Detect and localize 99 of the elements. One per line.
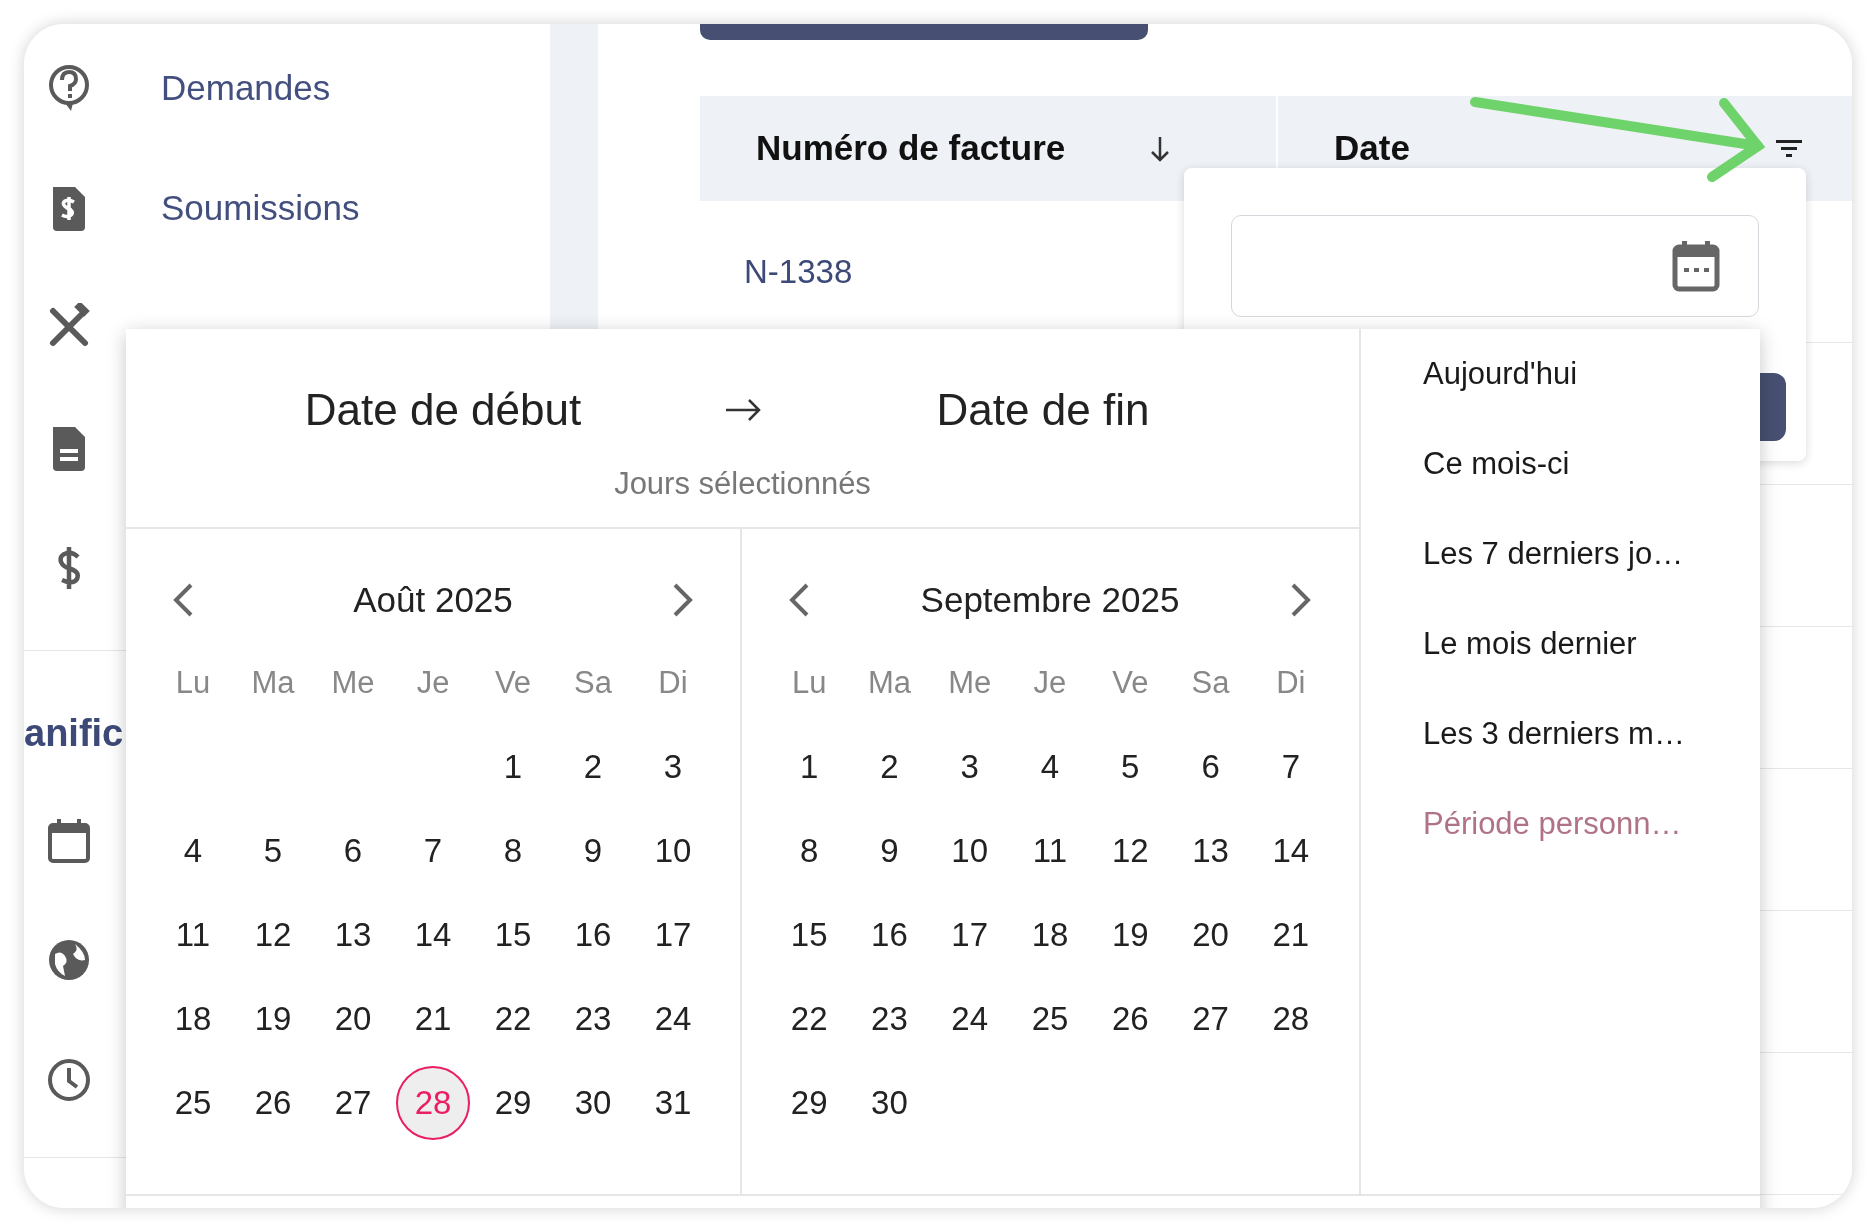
calendar-day[interactable]: 3 xyxy=(636,730,710,804)
chevron-left-icon[interactable] xyxy=(171,582,195,618)
calendar-day[interactable]: 6 xyxy=(316,814,390,888)
weekday-label: Sa xyxy=(1191,663,1230,702)
calendar-day[interactable]: 20 xyxy=(316,982,390,1056)
calendar-day[interactable]: 19 xyxy=(236,982,310,1056)
calendar-day[interactable]: 18 xyxy=(156,982,230,1056)
calendar-day[interactable]: 25 xyxy=(156,1066,230,1140)
calendar-day[interactable]: 23 xyxy=(556,982,630,1056)
calendar-day[interactable]: 9 xyxy=(556,814,630,888)
calendar-day[interactable]: 11 xyxy=(156,898,230,972)
calendar-day[interactable]: 17 xyxy=(636,898,710,972)
weekday-label: Di xyxy=(658,663,688,702)
weekday-label: Ve xyxy=(1112,663,1149,702)
sidebar-item[interactable]: Soumissions xyxy=(161,181,360,235)
preset-option[interactable]: Aujourd'hui xyxy=(1423,350,1578,398)
weekday-label: Lu xyxy=(175,663,211,702)
calendar-icon[interactable] xyxy=(45,816,93,866)
calendar-day[interactable]: 15 xyxy=(772,898,847,972)
calendar-day[interactable]: 27 xyxy=(1173,982,1248,1056)
calendar-day[interactable]: 25 xyxy=(1013,982,1087,1056)
calendar-day[interactable]: 2 xyxy=(852,730,927,804)
calendar-day[interactable]: 16 xyxy=(852,898,927,972)
calendar-day[interactable]: 2 xyxy=(556,730,630,804)
chevron-right-icon[interactable] xyxy=(671,582,695,618)
calendar-day[interactable]: 10 xyxy=(636,814,710,888)
calendar-day[interactable]: 1 xyxy=(772,730,847,804)
calendar-day[interactable]: 28 xyxy=(396,1066,470,1140)
calendar-day[interactable]: 22 xyxy=(476,982,550,1056)
section-label: anific xyxy=(24,714,124,752)
sidebar-item[interactable]: Demandes xyxy=(161,61,331,115)
calendar-day[interactable]: 24 xyxy=(636,982,710,1056)
calendar-day[interactable]: 17 xyxy=(932,898,1007,972)
calendar-day[interactable]: 26 xyxy=(1093,982,1168,1056)
calendar-day[interactable]: 5 xyxy=(1093,730,1168,804)
calendar-day[interactable]: 31 xyxy=(636,1066,710,1140)
calendar-day[interactable]: 24 xyxy=(932,982,1007,1056)
calendar-day[interactable]: 13 xyxy=(1173,814,1248,888)
calendar-day[interactable]: 5 xyxy=(236,814,310,888)
weekday-label: Me xyxy=(948,663,992,702)
calendar-day[interactable]: 7 xyxy=(1253,730,1328,804)
calendar-day[interactable]: 13 xyxy=(316,898,390,972)
calendar-day[interactable]: 15 xyxy=(476,898,550,972)
calendar-day[interactable]: 6 xyxy=(1173,730,1248,804)
chevron-right-icon[interactable] xyxy=(1289,582,1313,618)
calendar-day[interactable]: 16 xyxy=(556,898,630,972)
calendar-day[interactable]: 23 xyxy=(852,982,927,1056)
calendar-day[interactable]: 14 xyxy=(1253,814,1328,888)
calendar-day[interactable]: 12 xyxy=(1093,814,1168,888)
calendar-day[interactable]: 29 xyxy=(476,1066,550,1140)
weekday-label: Lu xyxy=(791,663,827,702)
calendar-day[interactable]: 18 xyxy=(1013,898,1087,972)
weekday-label: Ma xyxy=(251,663,295,702)
arrow-right-icon xyxy=(725,398,761,422)
calendar-day[interactable]: 21 xyxy=(1253,898,1328,972)
calendar-day[interactable]: 11 xyxy=(1013,814,1087,888)
calendar-day[interactable]: 21 xyxy=(396,982,470,1056)
calendar-day[interactable]: 7 xyxy=(396,814,470,888)
calendar-day[interactable]: 9 xyxy=(852,814,927,888)
calendar-day[interactable]: 8 xyxy=(476,814,550,888)
weekday-label: Ve xyxy=(494,663,532,702)
calendar-day[interactable]: 4 xyxy=(156,814,230,888)
calendar-day[interactable]: 14 xyxy=(396,898,470,972)
calendar-day[interactable]: 19 xyxy=(1093,898,1168,972)
chevron-left-icon[interactable] xyxy=(787,582,811,618)
date-field[interactable] xyxy=(1231,215,1759,317)
calendar-day[interactable]: 26 xyxy=(236,1066,310,1140)
calendar-day[interactable]: 28 xyxy=(1253,982,1328,1056)
preset-option[interactable]: Période personn… xyxy=(1423,800,1682,848)
calendar-day[interactable]: 4 xyxy=(1013,730,1087,804)
month-title: Août 2025 xyxy=(353,578,513,621)
calendar-day[interactable]: 27 xyxy=(316,1066,390,1140)
selected-days-hint: Jours sélectionnés xyxy=(614,465,871,503)
weekday-label: Di xyxy=(1276,663,1306,702)
calendar-day[interactable]: 30 xyxy=(852,1066,927,1140)
weekday-label: Je xyxy=(416,663,450,702)
calendar-day[interactable]: 20 xyxy=(1173,898,1248,972)
calendar-day[interactable]: 3 xyxy=(932,730,1007,804)
preset-option[interactable]: Les 3 derniers m… xyxy=(1423,710,1685,758)
month-title: Septembre 2025 xyxy=(920,578,1180,621)
preset-option[interactable]: Ce mois-ci xyxy=(1423,440,1570,488)
weekday-label: Me xyxy=(331,663,375,702)
end-date-label[interactable]: Date de fin xyxy=(936,377,1150,443)
calendar-icon xyxy=(1672,240,1720,292)
start-date-label[interactable]: Date de début xyxy=(304,377,582,443)
preset-option[interactable]: Le mois dernier xyxy=(1423,620,1637,668)
calendar-day[interactable]: 22 xyxy=(772,982,847,1056)
calendar-day[interactable]: 30 xyxy=(556,1066,630,1140)
calendar-day[interactable]: 10 xyxy=(932,814,1007,888)
weekday-label: Je xyxy=(1033,663,1067,702)
filter-icon[interactable] xyxy=(1776,139,1802,158)
column-header[interactable]: Numéro de facture xyxy=(756,122,1066,175)
preset-option[interactable]: Les 7 derniers jo… xyxy=(1423,530,1684,578)
weekday-label: Ma xyxy=(867,663,911,702)
calendar-day[interactable]: 1 xyxy=(476,730,550,804)
calendar-day[interactable]: 8 xyxy=(772,814,847,888)
weekday-label: Sa xyxy=(574,663,612,702)
calendar-day[interactable]: 29 xyxy=(772,1066,847,1140)
calendar-day[interactable]: 12 xyxy=(236,898,310,972)
